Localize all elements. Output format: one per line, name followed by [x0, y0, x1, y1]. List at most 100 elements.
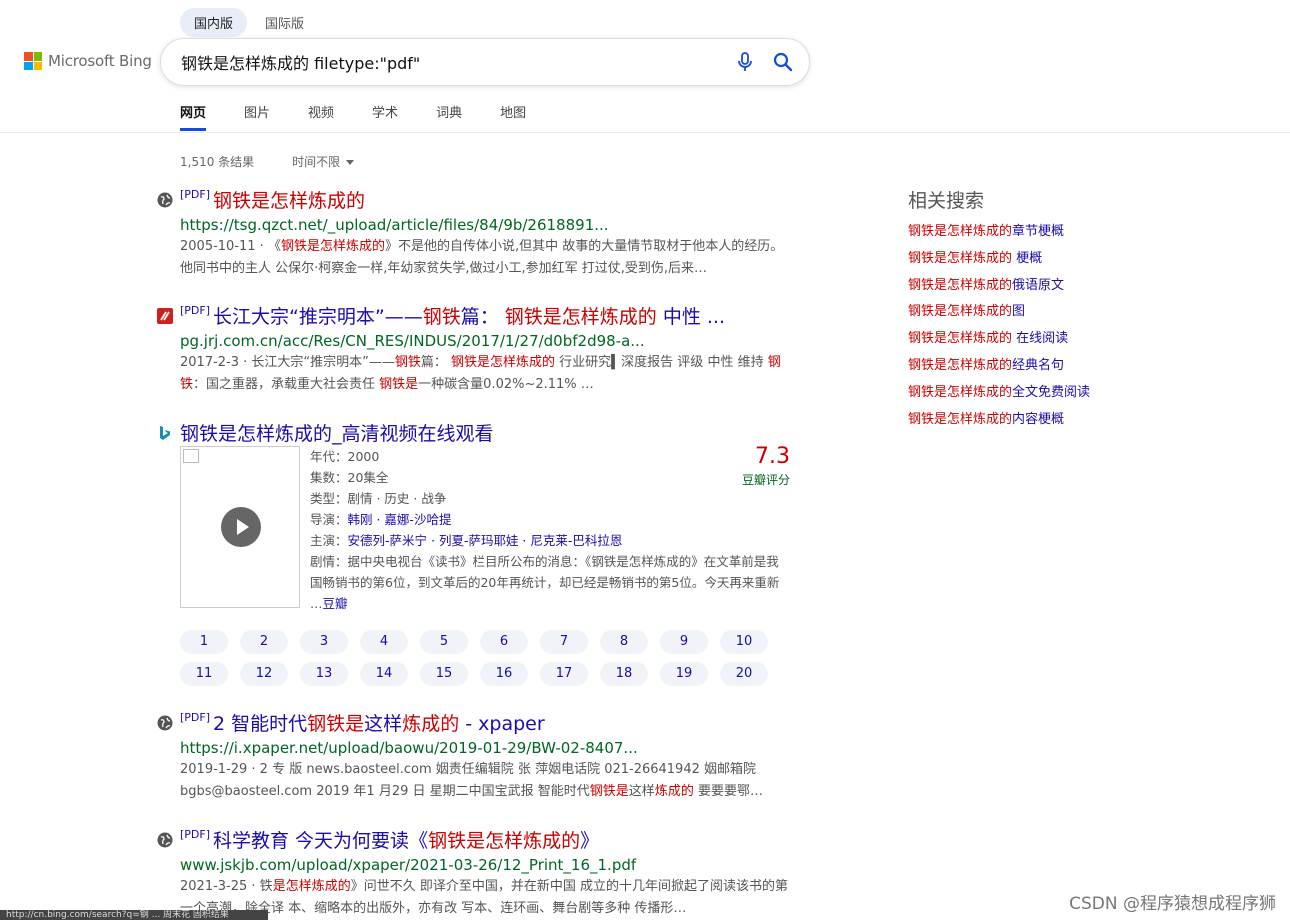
episode-button[interactable]: 9	[660, 630, 708, 654]
highlighted-text: 钢铁是怎样炼成的	[908, 277, 1013, 293]
tab-videos[interactable]: 视频	[308, 102, 334, 131]
search-icon[interactable]	[771, 50, 795, 74]
play-icon[interactable]	[221, 507, 261, 547]
related-search-item[interactable]: 钢铁是怎样炼成的经典名句	[908, 353, 1090, 380]
search-input[interactable]: 钢铁是怎样炼成的 filetype:"pdf"	[161, 50, 733, 74]
result-snippet: 2021-3-25 · 铁是怎样炼成的》问世不久 即译介至中国，并在新中国 成立…	[180, 876, 790, 920]
text-segment: - xpaper	[459, 713, 545, 735]
highlighted-text: 是怎样炼成的	[272, 879, 351, 894]
related-search-item[interactable]: 钢铁是怎样炼成的图	[908, 299, 1090, 326]
text-segment: 要要要鄂…	[693, 784, 763, 799]
highlighted-text: 钢铁是怎样炼成的	[451, 355, 556, 370]
rating-label[interactable]: 豆瓣评分	[742, 471, 790, 488]
logo-text: Microsoft Bing	[48, 52, 152, 70]
text-segment: 这样	[628, 784, 655, 799]
episode-button[interactable]: 12	[240, 662, 288, 686]
episode-button[interactable]: 4	[360, 630, 408, 654]
search-result: [PDF] 长江大宗“推宗明本”——钢铁篇： 钢铁是怎样炼成的 中性 ... p…	[157, 302, 797, 396]
nav-tabs: 网页 图片 视频 学术 词典 地图	[180, 102, 526, 131]
episode-button[interactable]: 3	[300, 630, 348, 654]
highlighted-text: 钢铁是怎样炼成的	[908, 331, 1013, 347]
highlighted-text: 钢铁是怎样炼成的	[504, 306, 657, 328]
related-search-suffix: 内容梗概	[1012, 411, 1065, 427]
result-url[interactable]: www.jskjb.com/upload/xpaper/2021-03-26/1…	[180, 856, 797, 874]
text-segment: 行业研究▍深度报告 评级 中性 维持	[555, 355, 768, 370]
tab-dictionary[interactable]: 词典	[436, 102, 462, 131]
tab-academic[interactable]: 学术	[372, 102, 398, 131]
result-title: 钢铁是怎样炼成的	[213, 186, 365, 213]
result-title-link[interactable]: [PDF] 科学教育 今天为何要读《钢铁是怎样炼成的》	[157, 826, 797, 853]
episode-button[interactable]: 13	[300, 662, 348, 686]
result-title: 长江大宗“推宗明本”——钢铁篇： 钢铁是怎样炼成的 中性 ...	[213, 302, 725, 329]
douban-link[interactable]: 豆瓣	[323, 596, 348, 611]
microphone-icon[interactable]	[733, 50, 757, 74]
text-segment: 一种碳含量0.02%~2.11% …	[418, 377, 594, 392]
related-search-suffix: 在线阅读	[1012, 331, 1069, 347]
pdf-tag: [PDF]	[180, 828, 211, 841]
highlighted-text: 钢铁是怎样炼成的	[428, 830, 581, 852]
episode-button[interactable]: 15	[420, 662, 468, 686]
episode-button[interactable]: 5	[420, 630, 468, 654]
tab-web[interactable]: 网页	[180, 102, 207, 131]
text-segment: 篇：	[420, 355, 452, 370]
video-info: 年代：2000 集数：20集全 类型：剧情 · 历史 · 战争 导演：韩刚 · …	[310, 446, 790, 614]
result-url[interactable]: https://tsg.qzct.net/_upload/article/fil…	[180, 216, 797, 234]
region-tab-international[interactable]: 国际版	[251, 8, 318, 37]
episode-button[interactable]: 7	[540, 630, 588, 654]
episode-button[interactable]: 14	[360, 662, 408, 686]
video-card: 年代：2000 集数：20集全 类型：剧情 · 历史 · 战争 导演：韩刚 · …	[180, 444, 790, 616]
pdf-tag: [PDF]	[180, 711, 211, 724]
episode-button[interactable]: 6	[480, 630, 528, 654]
episode-button[interactable]: 8	[600, 630, 648, 654]
highlighted-text: 钢铁	[394, 355, 421, 370]
video-genre: 类型：剧情 · 历史 · 战争	[310, 491, 447, 506]
related-search-suffix: 全文免费阅读	[1012, 384, 1091, 400]
episode-button[interactable]: 2	[240, 630, 288, 654]
result-title: 科学教育 今天为何要读《钢铁是怎样炼成的》	[213, 826, 599, 853]
episode-button[interactable]: 10	[720, 630, 768, 654]
tab-images[interactable]: 图片	[244, 102, 270, 131]
cast-links[interactable]: 安德列-萨米宁 · 列夏-萨玛耶娃 · 尼克莱-巴科拉恩	[348, 533, 623, 548]
episode-button[interactable]: 1	[180, 630, 228, 654]
result-url[interactable]: https://i.xpaper.net/upload/baowu/2019-0…	[180, 739, 797, 757]
time-filter[interactable]: 时间不限	[292, 153, 355, 170]
text-segment: 2 智能时代	[213, 713, 308, 735]
result-title-link[interactable]: [PDF] 长江大宗“推宗明本”——钢铁篇： 钢铁是怎样炼成的 中性 ...	[157, 302, 797, 329]
region-tab-domestic[interactable]: 国内版	[180, 8, 248, 37]
plot-text: 剧情：据中央电视台《读书》栏目所公布的消息：《钢铁是怎样炼成的》在文革前是我国畅…	[310, 554, 780, 611]
related-search-item[interactable]: 钢铁是怎样炼成的内容梗概	[908, 407, 1090, 434]
related-search-item[interactable]: 钢铁是怎样炼成的全文免费阅读	[908, 380, 1090, 407]
episode-button[interactable]: 17	[540, 662, 588, 686]
episode-button[interactable]: 19	[660, 662, 708, 686]
bing-logo[interactable]: Microsoft Bing	[24, 52, 152, 70]
video-director: 导演：韩刚 · 嘉娜-沙哈提	[310, 509, 790, 530]
text-segment: 中性 ...	[656, 306, 725, 328]
result-title-link[interactable]: [PDF] 钢铁是怎样炼成的	[157, 186, 797, 213]
result-snippet: 2019-1-29 · 2 专 版 news.baosteel.com 姻责任编…	[180, 759, 790, 803]
result-title-link[interactable]: [PDF] 2 智能时代钢铁是这样炼成的 - xpaper	[157, 709, 797, 736]
episode-button[interactable]: 16	[480, 662, 528, 686]
related-search-item[interactable]: 钢铁是怎样炼成的 在线阅读	[908, 326, 1090, 353]
text-segment: 2021-3-25 · 铁	[180, 879, 273, 894]
episode-button[interactable]: 20	[720, 662, 768, 686]
related-search-suffix: 俄语原文	[1012, 277, 1065, 293]
episode-button[interactable]: 11	[180, 662, 228, 686]
text-segment: 》	[580, 830, 600, 852]
director-links[interactable]: 韩刚 · 嘉娜-沙哈提	[348, 512, 452, 527]
related-search-item[interactable]: 钢铁是怎样炼成的章节梗概	[908, 219, 1090, 246]
related-search-item[interactable]: 钢铁是怎样炼成的 梗概	[908, 246, 1090, 273]
result-url[interactable]: pg.jrj.com.cn/acc/Res/CN_RES/INDUS/2017/…	[180, 332, 797, 350]
related-search-suffix: 经典名句	[1012, 357, 1065, 373]
results-meta: 1,510 条结果 时间不限	[180, 153, 355, 170]
broken-image-icon	[183, 449, 199, 463]
video-thumbnail[interactable]	[180, 446, 300, 608]
cast-label: 主演：	[310, 533, 348, 548]
tab-maps[interactable]: 地图	[500, 102, 526, 131]
episode-button[interactable]: 18	[600, 662, 648, 686]
highlighted-text: 钢铁是怎样炼成的	[908, 250, 1013, 266]
highlighted-text: 钢铁	[422, 306, 461, 328]
related-search-item[interactable]: 钢铁是怎样炼成的俄语原文	[908, 273, 1090, 300]
site-favicon-icon	[157, 307, 173, 324]
related-searches: 相关搜索 钢铁是怎样炼成的章节梗概 钢铁是怎样炼成的 梗概 钢铁是怎样炼成的俄语原文…	[908, 186, 1090, 433]
video-title-link[interactable]: 钢铁是怎样炼成的_高清视频在线观看	[157, 419, 797, 446]
